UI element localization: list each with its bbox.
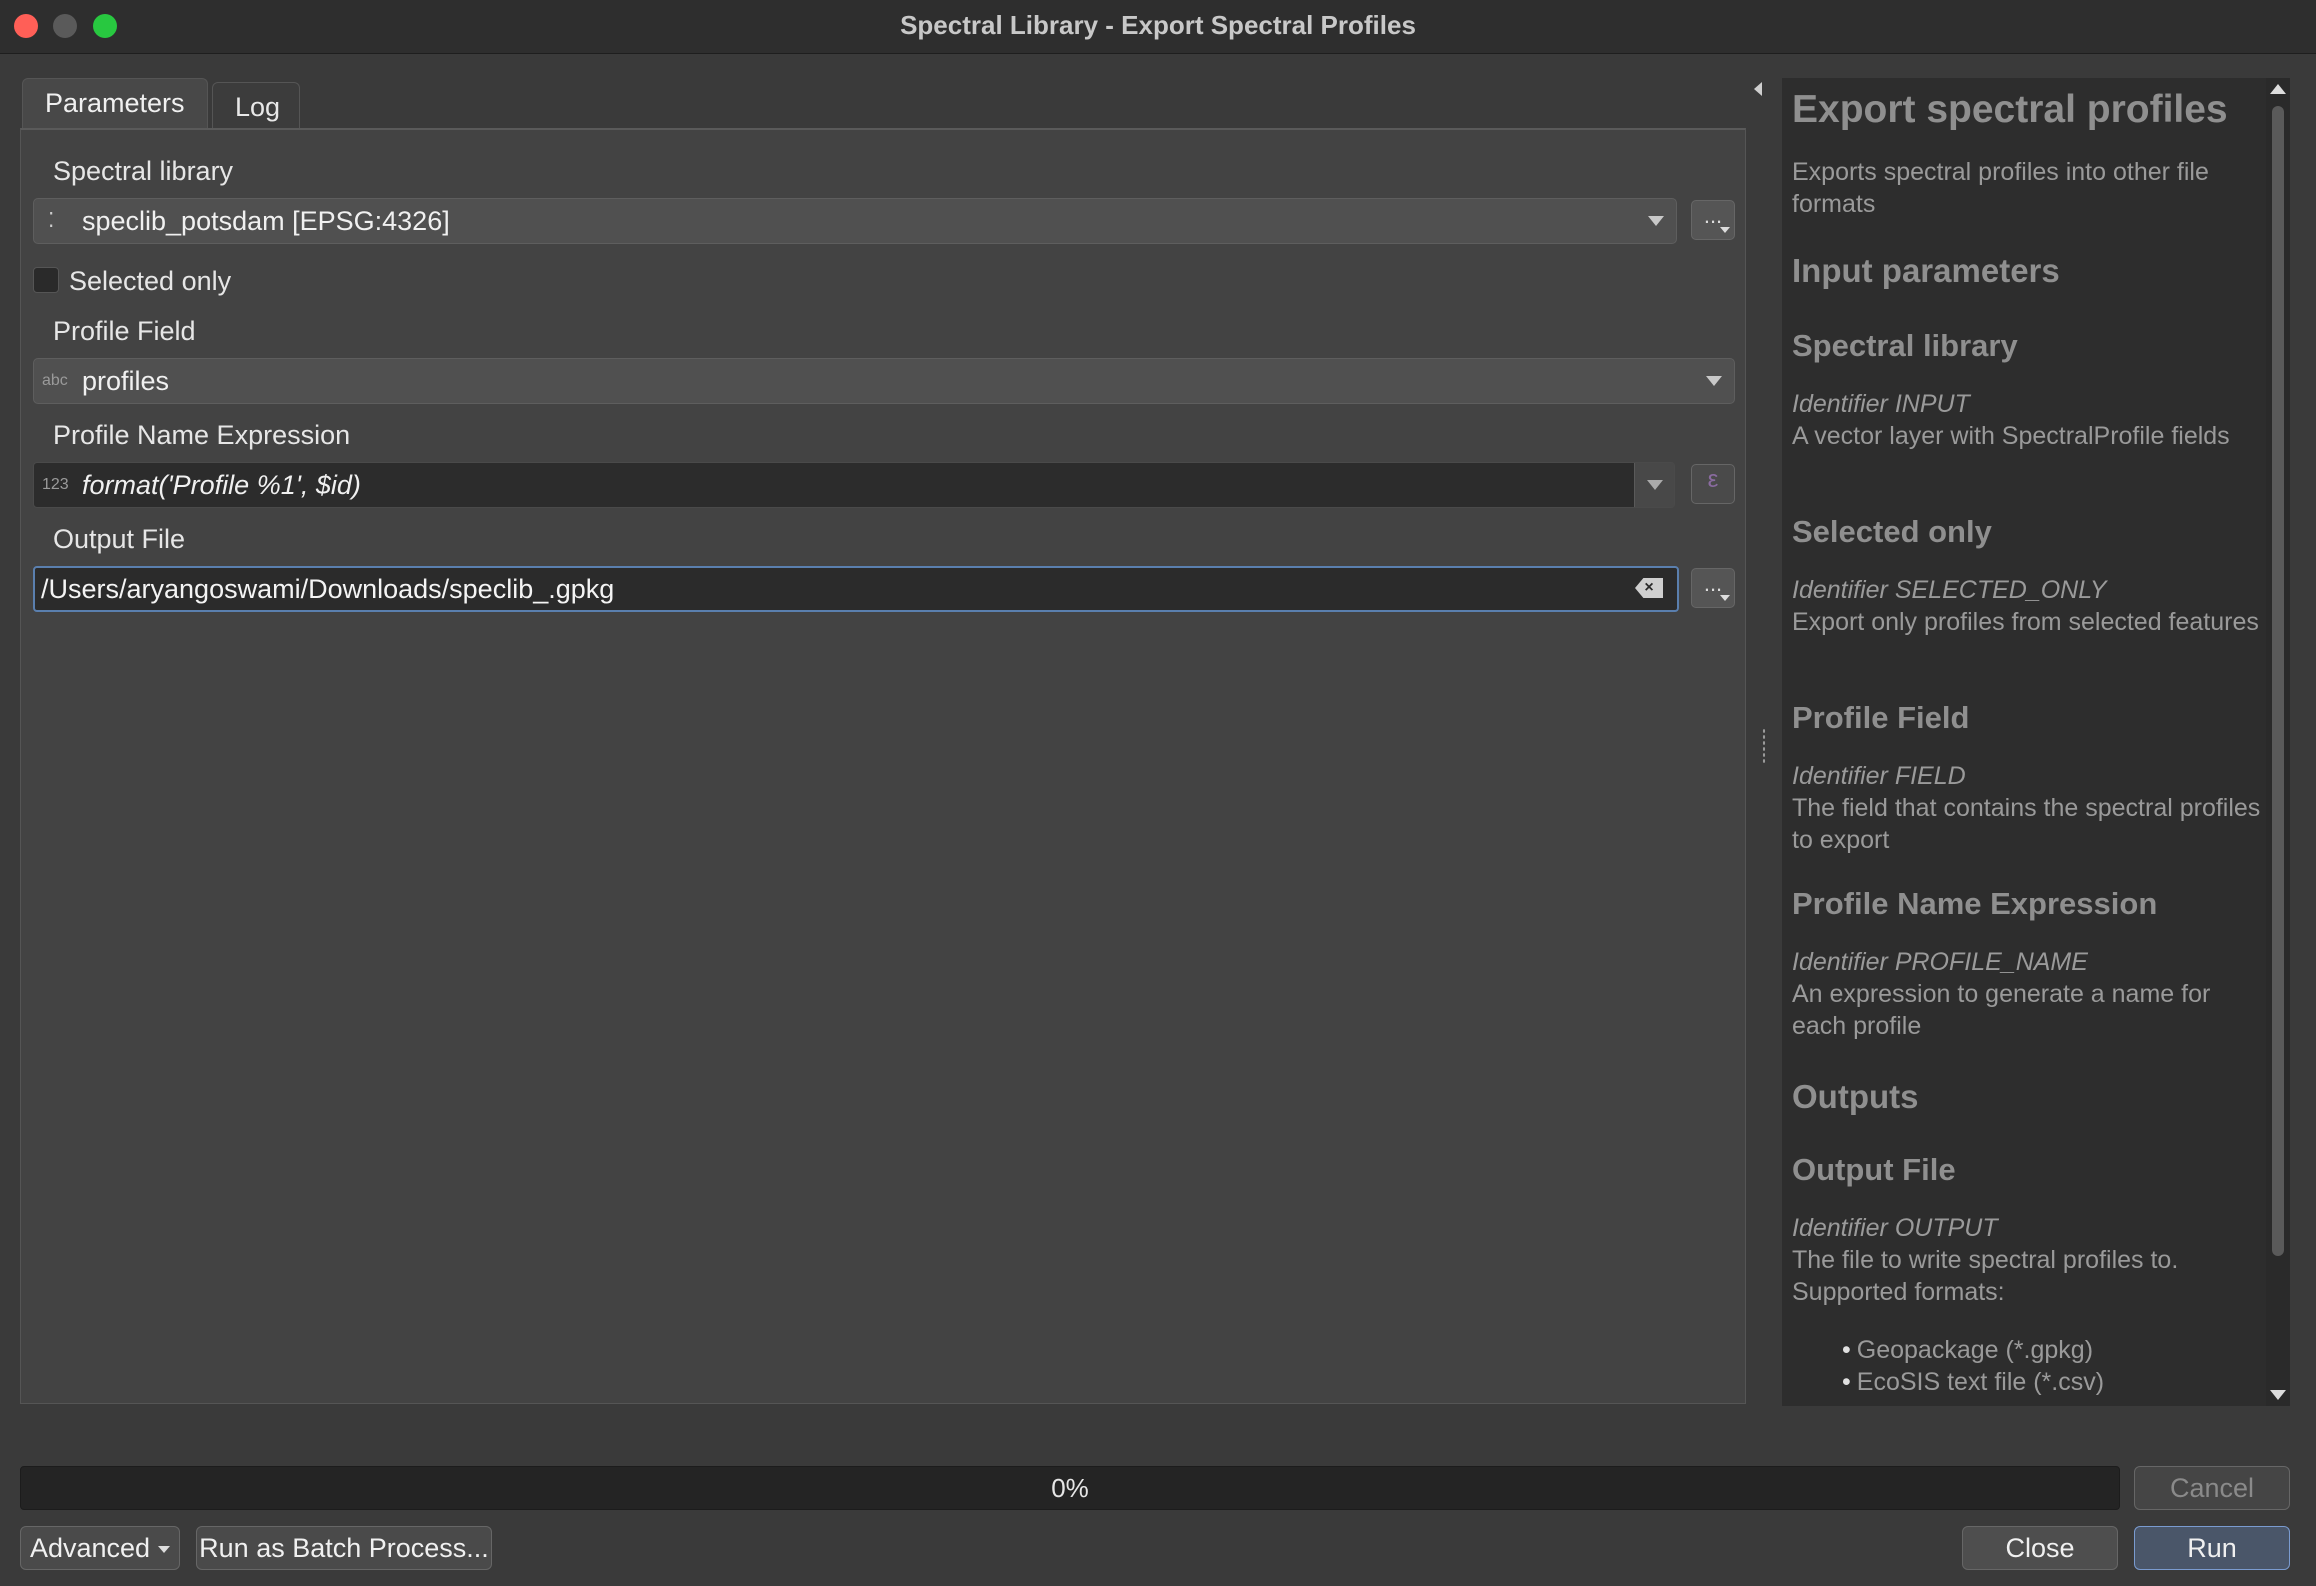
collapse-help-icon[interactable] [1754, 82, 1762, 96]
scroll-down-icon[interactable] [2270, 1390, 2286, 1400]
progress-text: 0% [1051, 1473, 1089, 1503]
help-param-desc: The field that contains the spectral pro… [1792, 794, 2261, 854]
help-description: Exports spectral profiles into other fil… [1792, 158, 2209, 218]
run-batch-button[interactable]: Run as Batch Process... [196, 1526, 492, 1570]
output-file-input[interactable]: /Users/aryangoswami/Downloads/speclib_.g… [33, 566, 1679, 612]
spectral-library-browse-button[interactable]: ... [1691, 200, 1735, 240]
profile-field-label: Profile Field [53, 316, 196, 346]
help-param-identifier: Identifier INPUT [1792, 390, 1970, 418]
help-output-desc: The file to write spectral profiles to. … [1792, 1246, 2179, 1306]
help-param-name: Profile Name Expression [1792, 886, 2158, 921]
chevron-down-icon [1647, 480, 1663, 490]
caret-down-icon [1720, 227, 1730, 233]
help-param-name: Selected only [1792, 514, 1992, 549]
list-item: Geopackage (*.gpkg) [1842, 1334, 2104, 1366]
expression-builder-button[interactable]: ε [1691, 464, 1735, 504]
window-title: Spectral Library - Export Spectral Profi… [900, 10, 1416, 40]
output-file-browse-button[interactable]: ... [1691, 568, 1735, 608]
title-bar: Spectral Library - Export Spectral Profi… [0, 0, 2316, 54]
chevron-down-icon [1706, 376, 1722, 386]
close-button[interactable]: Close [1962, 1526, 2118, 1570]
selected-only-checkbox[interactable] [33, 267, 59, 293]
profile-name-value: format('Profile %1', $id) [82, 470, 361, 500]
list-item: EcoSIS text file (*.csv) [1842, 1366, 2104, 1398]
output-file-value: /Users/aryangoswami/Downloads/speclib_.g… [41, 574, 615, 604]
help-param-name: Spectral library [1792, 328, 2018, 363]
browse-label: ... [1703, 203, 1723, 228]
profile-name-expression-input[interactable]: 123 format('Profile %1', $id) [33, 462, 1675, 508]
help-output-identifier: Identifier OUTPUT [1792, 1214, 1998, 1242]
parameters-panel: Spectral library ⁚ speclib_potsdam [EPSG… [20, 128, 1746, 1404]
profile-name-label: Profile Name Expression [53, 420, 351, 450]
help-param-identifier: Identifier FIELD [1792, 762, 1966, 790]
tab-log[interactable]: Log [212, 82, 300, 128]
advanced-button[interactable]: Advanced [20, 1526, 180, 1570]
help-param-desc: Export only profiles from selected featu… [1792, 608, 2259, 636]
dialog-window: Spectral Library - Export Spectral Profi… [0, 0, 2316, 1586]
caret-down-icon [158, 1546, 171, 1554]
help-panel: Export spectral profiles Exports spectra… [1782, 78, 2266, 1406]
splitter-handle[interactable] [1762, 728, 1766, 764]
scroll-thumb[interactable] [2272, 106, 2284, 1256]
help-param-identifier: Identifier SELECTED_ONLY [1792, 576, 2107, 604]
input-parameters-heading: Input parameters [1792, 252, 2060, 289]
profile-field-combo[interactable]: abc profiles [33, 358, 1735, 404]
help-param-identifier: Identifier PROFILE_NAME [1792, 948, 2088, 976]
output-file-label: Output File [53, 524, 186, 554]
caret-down-icon [1720, 595, 1730, 601]
profile-field-value: profiles [82, 366, 170, 396]
help-param-desc: A vector layer with SpectralProfile fiel… [1792, 422, 2230, 450]
spectral-library-combo[interactable]: ⁚ speclib_potsdam [EPSG:4326] [33, 198, 1677, 244]
spectral-library-label: Spectral library [53, 156, 234, 186]
cancel-button[interactable]: Cancel [2134, 1466, 2290, 1510]
advanced-label: Advanced [29, 1533, 151, 1563]
chevron-down-icon [1648, 216, 1664, 226]
spectral-library-value: speclib_potsdam [EPSG:4326] [82, 206, 450, 236]
help-param-desc: An expression to generate a name for eac… [1792, 980, 2211, 1040]
selected-only-label: Selected only [69, 266, 232, 296]
tab-parameters[interactable]: Parameters [22, 78, 208, 128]
string-type-icon: abc [42, 372, 68, 389]
epsilon-icon: ε [1707, 466, 1719, 493]
help-title: Export spectral profiles [1792, 88, 2228, 131]
clear-icon[interactable]: × [1635, 578, 1663, 598]
browse-label: ... [1703, 571, 1723, 596]
scroll-up-icon[interactable] [2270, 84, 2286, 94]
expression-history-dropdown[interactable] [1634, 463, 1674, 507]
help-param-name: Profile Field [1792, 700, 1970, 735]
outputs-heading: Outputs [1792, 1078, 1919, 1115]
point-layer-icon: ⁚ [48, 210, 55, 232]
progress-bar: 0% [20, 1466, 2120, 1510]
number-type-icon: 123 [42, 476, 69, 493]
formats-list: Geopackage (*.gpkg) EcoSIS text file (*.… [1842, 1334, 2104, 1398]
run-button[interactable]: Run [2134, 1526, 2290, 1570]
help-scrollbar[interactable] [2266, 78, 2290, 1406]
help-output-name: Output File [1792, 1152, 1956, 1187]
